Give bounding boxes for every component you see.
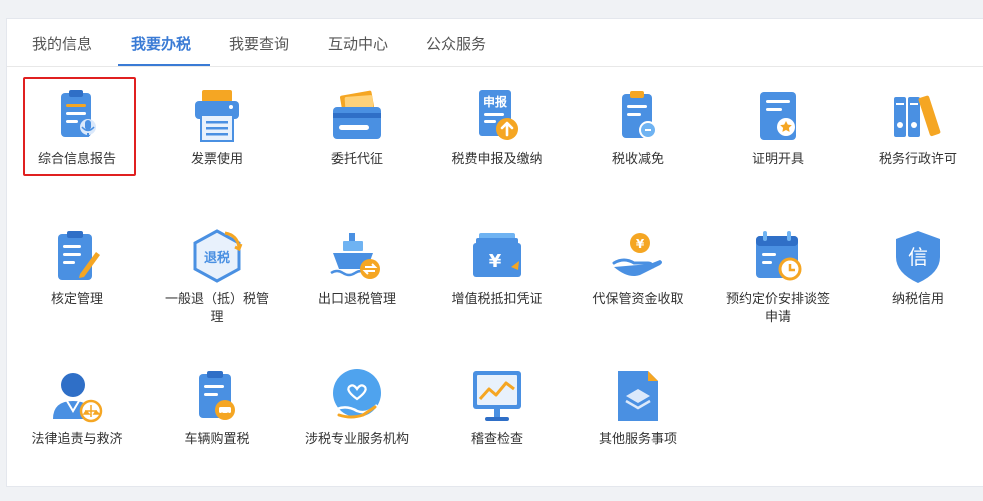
- service-label: 综合信息报告: [37, 152, 116, 167]
- tax-reduction-icon: [608, 87, 668, 147]
- service-assessment-management[interactable]: 核定管理: [12, 227, 142, 337]
- active-tab-indicator: [118, 64, 210, 66]
- service-tax-reduction[interactable]: 税收减免: [573, 87, 703, 197]
- legal-remedy-icon: [47, 367, 107, 427]
- vat-deduction-icon: ¥: [467, 227, 527, 287]
- service-entrusted-collection[interactable]: 委托代征: [292, 87, 422, 197]
- service-pricing-arrangement[interactable]: 预约定价安排谈签申请: [713, 227, 843, 337]
- tax-declaration-icon: 申报: [467, 87, 527, 147]
- tab-tax-handling[interactable]: 我要办税: [131, 33, 191, 54]
- service-label: 法律追责与救济: [31, 432, 123, 447]
- service-general-tax-refund[interactable]: 退税 一般退（抵）税管理: [152, 227, 282, 337]
- service-certificate-issuance[interactable]: 证明开具: [713, 87, 843, 197]
- other-services-icon: [608, 367, 668, 427]
- credit-badge-text: 信: [908, 245, 928, 269]
- service-label: 税收减免: [611, 152, 664, 167]
- service-other-services[interactable]: 其他服务事项: [573, 367, 703, 477]
- service-label: 证明开具: [751, 152, 804, 167]
- service-label: 税务行政许可: [878, 152, 957, 167]
- service-administrative-license[interactable]: 税务行政许可: [853, 87, 983, 197]
- service-legal-remedy[interactable]: 法律追责与救济: [12, 367, 142, 477]
- fund-custody-icon: ¥: [608, 227, 668, 287]
- service-label: 一般退（抵）税管理: [164, 292, 269, 325]
- service-vehicle-purchase-tax[interactable]: 车辆购置税: [152, 367, 282, 477]
- service-label: 代保管资金收取: [592, 292, 684, 307]
- service-label: 涉税专业服务机构: [304, 432, 409, 447]
- service-label: 税费申报及缴纳: [451, 152, 543, 167]
- service-label: 预约定价安排谈签申请: [725, 292, 830, 325]
- service-label: 车辆购置税: [184, 432, 250, 447]
- tax-credit-icon: 信: [888, 227, 948, 287]
- pricing-arrangement-icon: [748, 227, 808, 287]
- refund-badge-text: 退税: [204, 250, 230, 266]
- service-tax-declaration[interactable]: 申报 税费申报及缴纳: [432, 87, 562, 197]
- declare-badge-text: 申报: [483, 94, 507, 109]
- service-label: 纳税信用: [891, 292, 944, 307]
- comprehensive-report-icon: [47, 87, 107, 147]
- service-panel: 我的信息 我要办税 我要查询 互动中心 公众服务 综合信息报告 发票使用 委托代…: [6, 18, 983, 487]
- tab-interaction-center[interactable]: 互动中心: [328, 33, 388, 54]
- service-label: 稽查检查: [470, 432, 523, 447]
- invoice-printer-icon: [187, 87, 247, 147]
- service-label: 其他服务事项: [598, 432, 677, 447]
- service-label: 出口退税管理: [317, 292, 396, 307]
- vehicle-purchase-tax-icon: [187, 367, 247, 427]
- tab-query[interactable]: 我要查询: [229, 33, 289, 54]
- export-refund-icon: [327, 227, 387, 287]
- service-inspection[interactable]: 稽查检查: [432, 367, 562, 477]
- tax-refund-icon: 退税: [187, 227, 247, 287]
- service-vat-deduction[interactable]: ¥ 增值税抵扣凭证: [432, 227, 562, 337]
- tax-service-agency-icon: [327, 367, 387, 427]
- service-invoice-use[interactable]: 发票使用: [152, 87, 282, 197]
- service-fund-custody[interactable]: ¥ 代保管资金收取: [573, 227, 703, 337]
- service-tax-service-agency[interactable]: 涉税专业服务机构: [292, 367, 422, 477]
- certificate-icon: [748, 87, 808, 147]
- service-label: 增值税抵扣凭证: [451, 292, 543, 307]
- service-tax-credit[interactable]: 信 纳税信用: [853, 227, 983, 337]
- service-export-refund[interactable]: 出口退税管理: [292, 227, 422, 337]
- tab-public-services[interactable]: 公众服务: [426, 33, 486, 54]
- tab-my-info[interactable]: 我的信息: [32, 33, 92, 54]
- service-label: 委托代征: [330, 152, 383, 167]
- yuan-coin-text: ¥: [636, 237, 645, 251]
- service-comprehensive-report[interactable]: 综合信息报告: [12, 87, 142, 197]
- assessment-management-icon: [47, 227, 107, 287]
- inspection-icon: [467, 367, 527, 427]
- yuan-badge-text: ¥: [489, 251, 502, 272]
- service-label: 发票使用: [190, 152, 243, 167]
- administrative-license-icon: [888, 87, 948, 147]
- tab-bar: 我的信息 我要办税 我要查询 互动中心 公众服务: [7, 19, 983, 67]
- entrusted-collection-icon: [327, 87, 387, 147]
- service-label: 核定管理: [50, 292, 103, 307]
